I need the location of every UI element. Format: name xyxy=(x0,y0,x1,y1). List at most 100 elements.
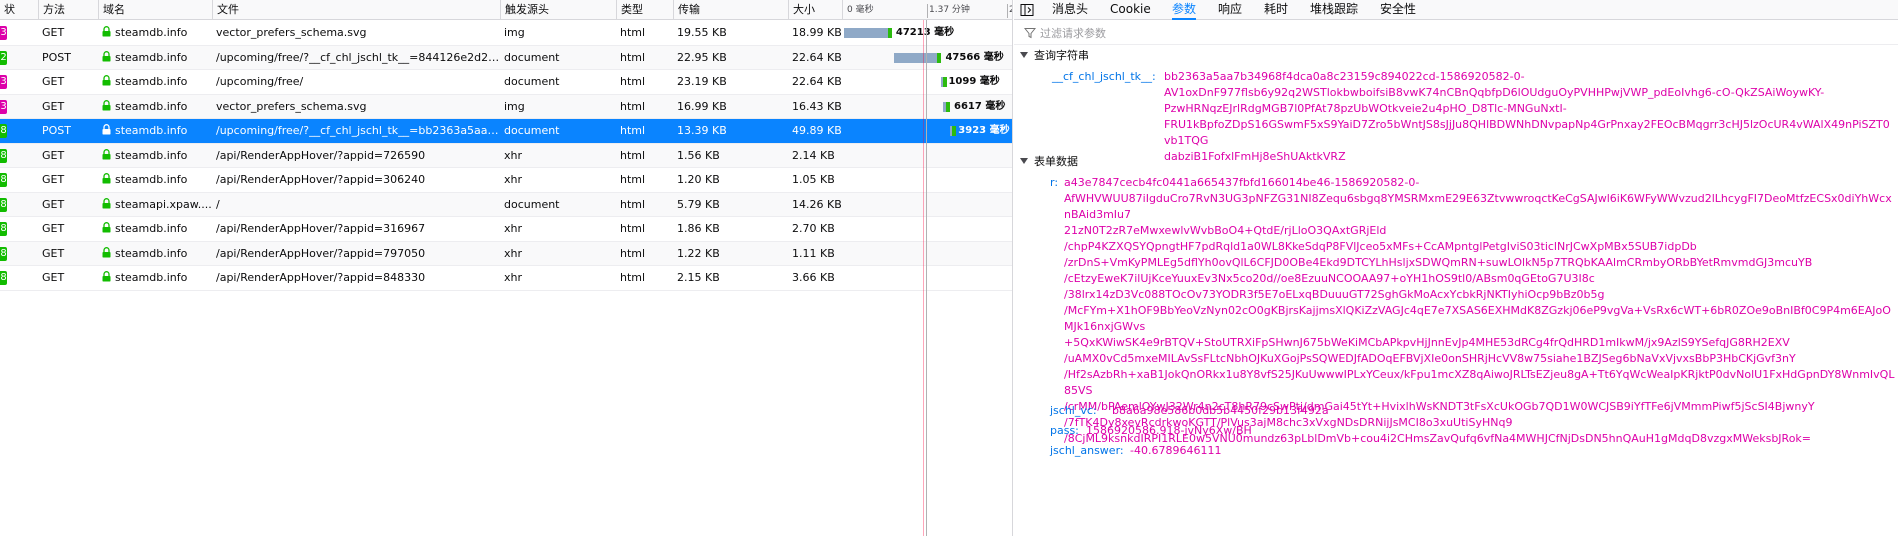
domain-text: steamdb.info xyxy=(115,271,188,284)
waterfall-cell xyxy=(842,217,1012,241)
domain-cell: steamdb.info xyxy=(98,119,212,143)
param-key: __cf_chl_jschl_tk__: xyxy=(1052,70,1156,83)
transferred-cell: 16.99 KB xyxy=(677,99,727,113)
query-string-section[interactable]: 查询字符串 xyxy=(1014,47,1898,65)
waterfall-cell: 3923 毫秒 xyxy=(842,119,1012,143)
waterfall-cell: 47213 毫秒 xyxy=(842,21,1012,45)
lock-icon xyxy=(102,173,111,184)
domain-text: steamdb.info xyxy=(115,50,188,64)
status-badge: 3 xyxy=(0,99,7,114)
status-badge: 3 xyxy=(0,75,7,89)
transferred-cell: 5.79 KB xyxy=(677,197,720,211)
waterfall-cell xyxy=(842,193,1012,217)
transferred-cell: 1.86 KB xyxy=(677,222,720,235)
table-row[interactable]: 8 GET steamdb.info/api/RenderAppHover/?app… xyxy=(0,217,1012,242)
domain-cell: steamdb.info xyxy=(98,46,212,70)
table-row[interactable]: 8 GET steamdb.info/api/RenderAppHover/?app… xyxy=(0,143,1012,168)
column-header-method[interactable]: 方法 xyxy=(38,0,98,20)
form-data-title: 表单数据 xyxy=(1034,155,1078,168)
form-data-section[interactable]: 表单数据 xyxy=(1014,153,1898,171)
details-panel: 消息头 Cookie 参数 响应 耗时 堆栈跟踪 安全性 查询字符串 __cf_… xyxy=(1014,0,1898,536)
column-header-file[interactable]: 文件 xyxy=(212,0,500,20)
form-param-row[interactable]: jschl_answer: -40.6789646111 xyxy=(1014,443,1898,459)
method-cell: POST xyxy=(42,50,71,64)
lock-icon xyxy=(102,222,111,233)
column-header-status[interactable]: 状 xyxy=(0,0,38,20)
query-param-row[interactable]: __cf_chl_jschl_tk__: bb2363a5aa7b34968f4… xyxy=(1014,69,1898,163)
lock-icon xyxy=(102,271,111,282)
file-cell: /api/RenderAppHover/?appid=316967 xyxy=(216,222,426,235)
column-header-type[interactable]: 类型 xyxy=(616,0,673,20)
file-cell: vector_prefers_schema.svg xyxy=(216,99,367,113)
table-row[interactable]: 3 GET steamdb.info vector_prefers_schema.sv… xyxy=(0,21,1012,46)
lock-icon xyxy=(102,50,111,61)
param-filter-input[interactable] xyxy=(1040,24,1880,42)
request-rows: 3 GET steamdb.info vector_prefers_schema.sv… xyxy=(0,21,1012,291)
timeline-tick-marker xyxy=(1007,4,1008,18)
transferred-cell: 1.22 KB xyxy=(677,246,720,260)
request-list-header: 状 方法 域名 文件 触发源头 类型 传输 大小 0 毫秒 1.37 分钟 2 xyxy=(0,0,1012,20)
domain-cell: steamdb.info xyxy=(98,144,212,168)
transferred-cell: 1.56 KB xyxy=(677,148,720,162)
domain-text: steamdb.info xyxy=(115,222,188,235)
type-cell: html xyxy=(620,173,646,186)
table-row[interactable]: 8 POST steamdb.info/upcoming/free/?__cf_ch… xyxy=(0,119,1012,144)
tab-security[interactable]: 安全性 xyxy=(1380,0,1416,20)
cause-cell: document xyxy=(504,75,560,88)
size-cell: 1.05 KB xyxy=(792,173,835,186)
column-header-domain[interactable]: 域名 xyxy=(98,0,212,20)
details-tabs: 消息头 Cookie 参数 响应 耗时 堆栈跟踪 安全性 xyxy=(1014,0,1898,20)
waterfall-cell xyxy=(842,144,1012,168)
collapse-panel-icon[interactable] xyxy=(1020,3,1034,17)
param-key: r: xyxy=(1050,176,1059,189)
table-row[interactable]: 8 GET steamdb.info/api/RenderAppHover/?app… xyxy=(0,266,1012,291)
param-key: jschl_vc: xyxy=(1050,404,1097,417)
domain-cell: steamdb.info xyxy=(98,70,212,94)
method-cell: GET xyxy=(42,148,65,162)
lock-icon xyxy=(102,197,111,208)
file-cell: / xyxy=(216,197,220,211)
form-param-row[interactable]: pass: 1586920586.918-jvNy6Xw/BH xyxy=(1014,423,1898,439)
method-cell: GET xyxy=(42,75,65,88)
waterfall-cell: 1099 毫秒 xyxy=(842,70,1012,94)
table-row[interactable]: 8 GET steamdb.info/api/RenderAppHover/?app… xyxy=(0,241,1012,266)
waterfall-cell xyxy=(842,266,1012,290)
domain-text: steamdb.info xyxy=(115,99,188,113)
tab-response[interactable]: 响应 xyxy=(1218,0,1242,20)
tab-cookies[interactable]: Cookie xyxy=(1110,0,1151,20)
domain-cell: steamdb.info xyxy=(98,95,212,119)
waterfall-cell: 47566 毫秒 xyxy=(842,46,1012,70)
size-cell: 22.64 KB xyxy=(792,75,842,88)
waterfall-receive-bar xyxy=(943,77,948,87)
cause-cell: document xyxy=(504,124,560,137)
timeline-tick-2: 2 xyxy=(1009,0,1012,20)
table-row[interactable]: 2 POST steamdb.info/upcoming/free/?__cf_ch… xyxy=(0,45,1012,70)
request-list: 状 方法 域名 文件 触发源头 类型 传输 大小 0 毫秒 1.37 分钟 2 … xyxy=(0,0,1013,536)
table-row[interactable]: 3 GET steamdb.info vector_prefers_schema.sv… xyxy=(0,94,1012,119)
tab-headers[interactable]: 消息头 xyxy=(1052,0,1088,20)
table-row[interactable]: 8 GET steamdb.info/api/RenderAppHover/?app… xyxy=(0,168,1012,193)
tab-timings[interactable]: 耗时 xyxy=(1264,0,1288,20)
cause-cell: img xyxy=(504,99,525,113)
timeline-load-marker xyxy=(923,20,924,536)
form-param-row[interactable]: r: a43e7847cecb4fc0441a665437fbfd166014b… xyxy=(1014,175,1898,445)
column-header-cause[interactable]: 触发源头 xyxy=(500,0,616,20)
waterfall-duration: 1099 毫秒 xyxy=(948,76,1000,87)
column-header-timeline[interactable]: 0 毫秒 1.37 分钟 2 xyxy=(842,0,1012,20)
file-cell: /upcoming/free/ xyxy=(216,75,304,88)
form-param-row[interactable]: jschl_vc: b8a6a98e586b0db5b4450f29b13f49… xyxy=(1014,403,1898,419)
table-row[interactable]: 8 GET steamapi.xpaw.... / document html 5.79 K… xyxy=(0,192,1012,217)
tab-stack-trace[interactable]: 堆栈跟踪 xyxy=(1310,0,1358,20)
type-cell: html xyxy=(620,50,646,64)
domain-text: steamapi.xpaw.... xyxy=(115,197,212,211)
waterfall-cell: 6617 毫秒 xyxy=(842,95,1012,119)
waterfall-duration: 47566 毫秒 xyxy=(945,51,1004,63)
table-row[interactable]: 3 GET steamdb.info/upcoming/free/document h… xyxy=(0,70,1012,95)
transferred-cell: 2.15 KB xyxy=(677,271,720,284)
tab-params[interactable]: 参数 xyxy=(1172,0,1197,20)
column-header-transferred[interactable]: 传输 xyxy=(673,0,788,20)
type-cell: html xyxy=(620,246,646,260)
column-header-size[interactable]: 大小 xyxy=(788,0,842,20)
cause-cell: xhr xyxy=(504,222,523,235)
waterfall-duration: 3923 毫秒 xyxy=(958,125,1010,136)
